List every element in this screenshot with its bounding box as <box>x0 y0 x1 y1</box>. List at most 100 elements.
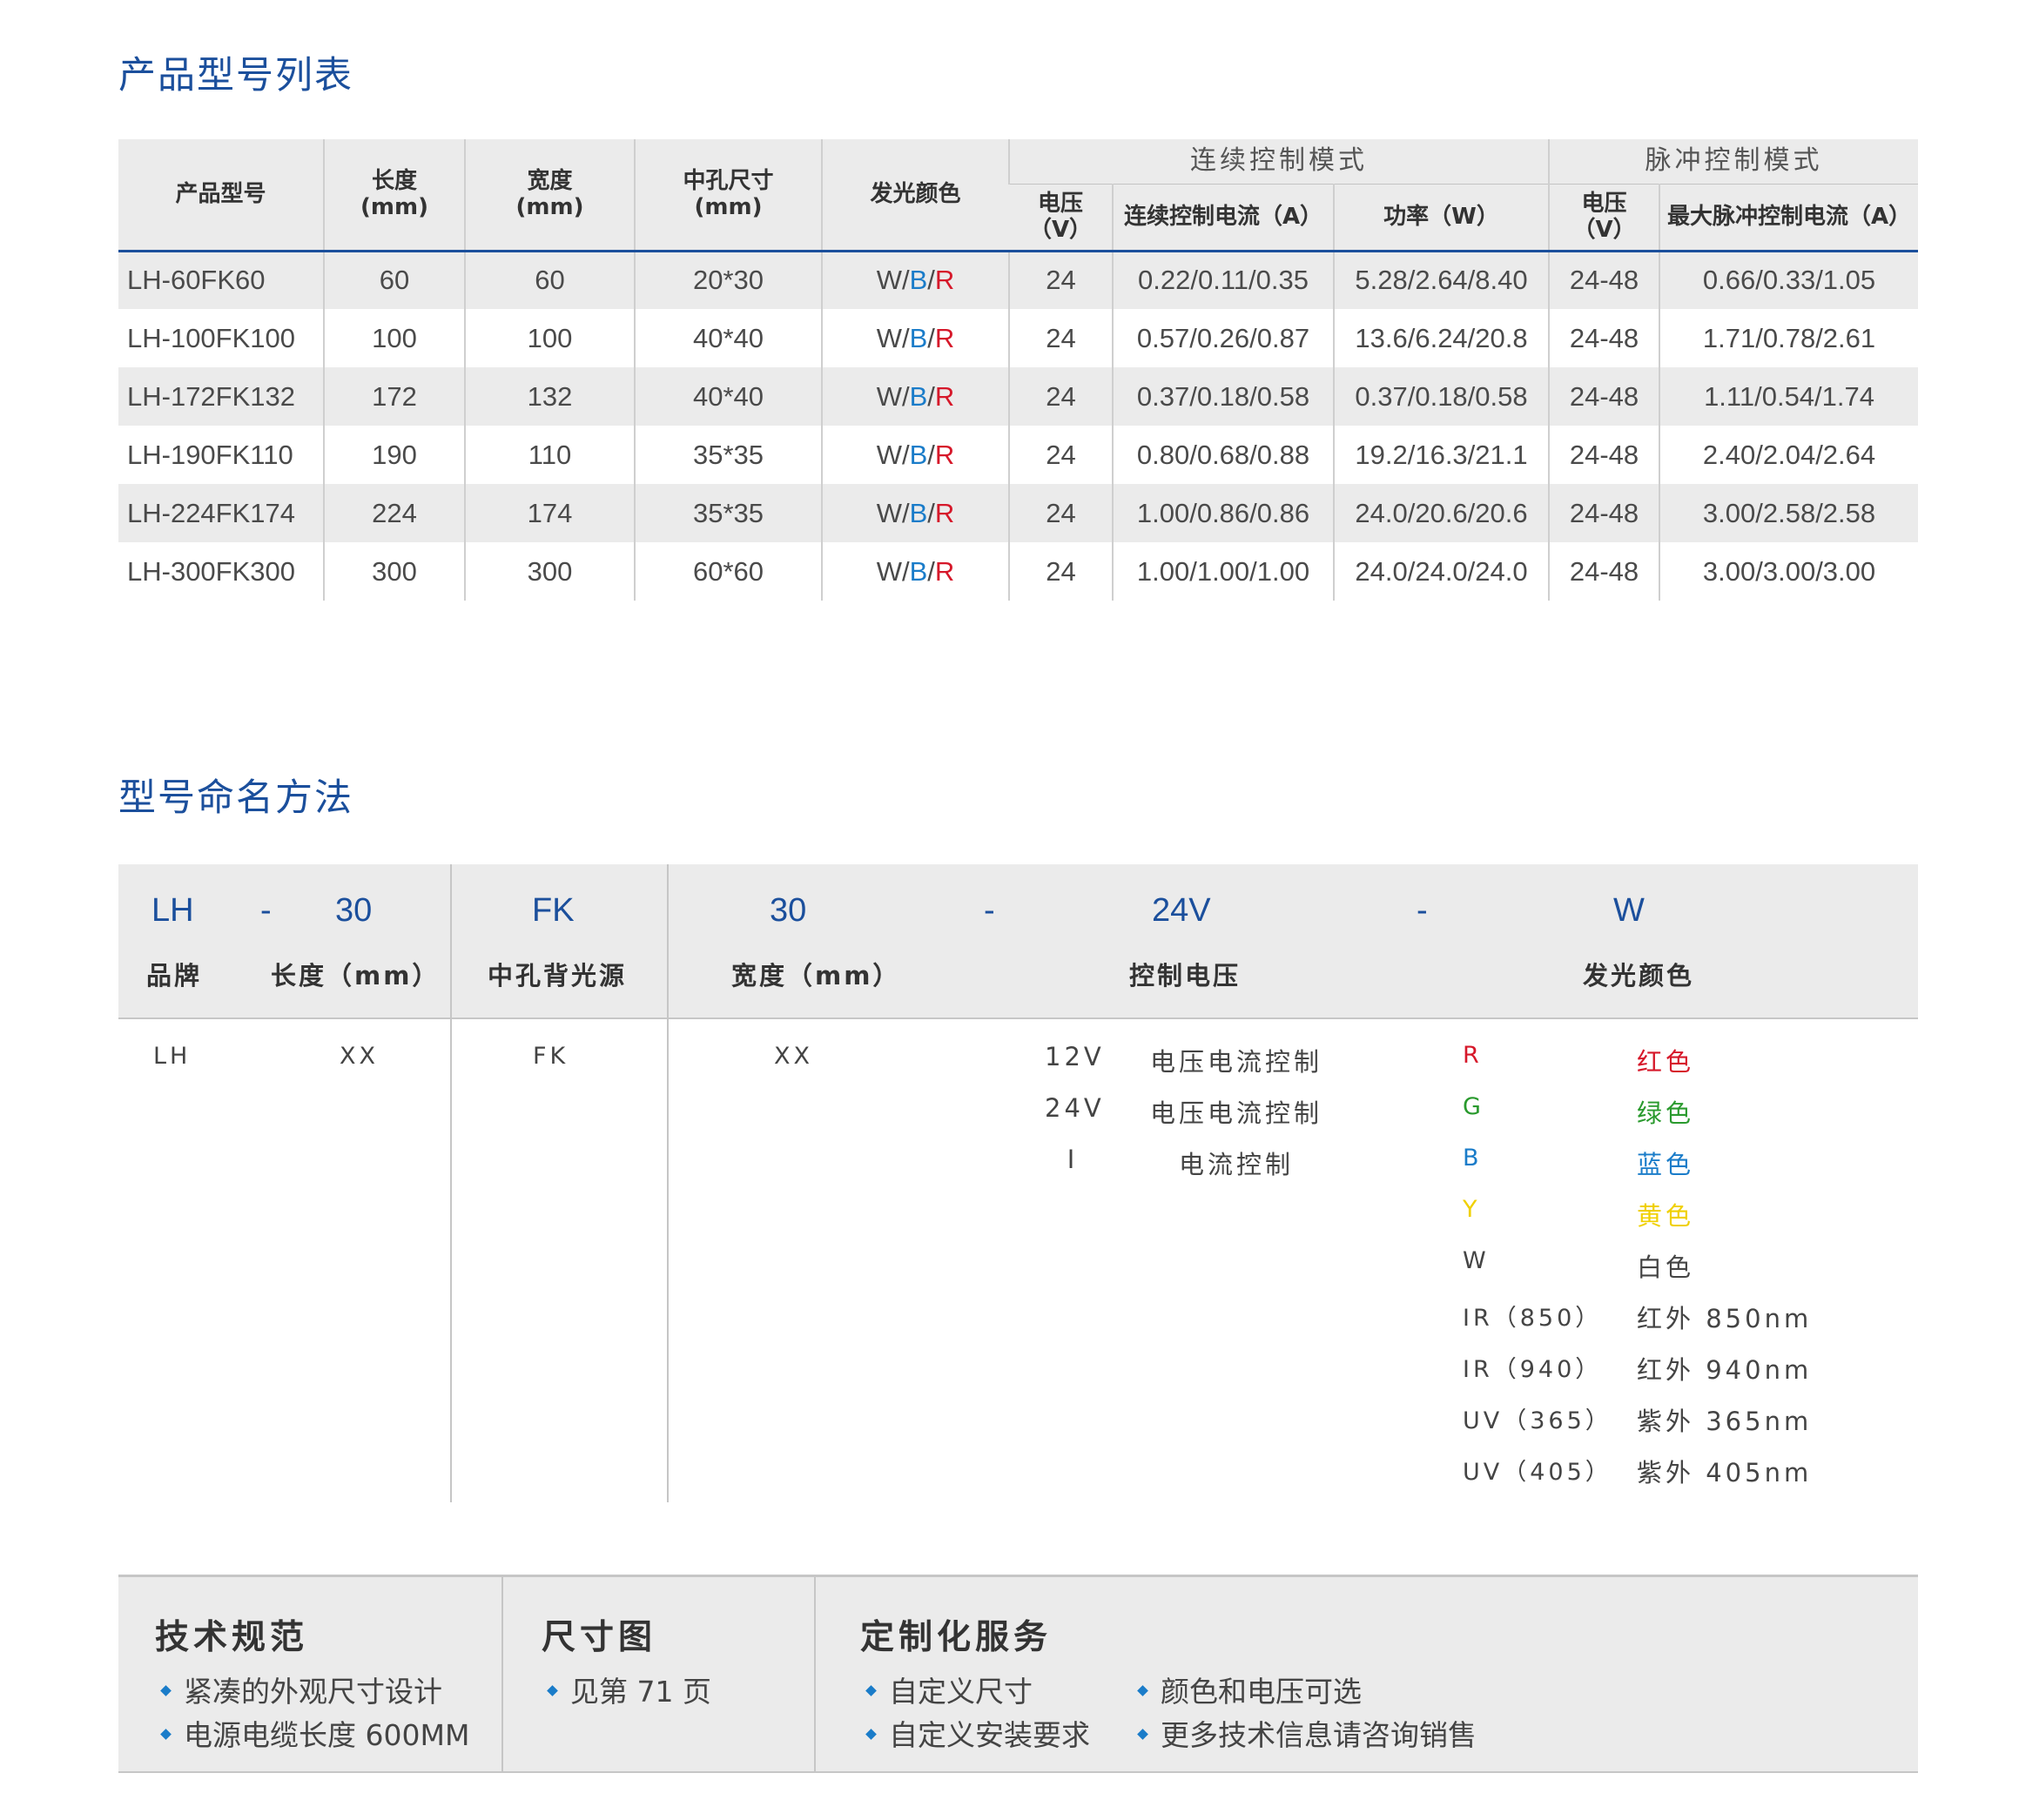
color-option-code: G <box>1463 1093 1484 1120</box>
custom-service-item: 更多技术信息请咨询销售 <box>1137 1712 1477 1754</box>
voltage-option-code: I <box>1067 1145 1079 1174</box>
cell-pulse-current: 2.40/2.04/2.64 <box>1659 426 1919 484</box>
info-divider-2 <box>814 1577 816 1771</box>
color-option-code: B <box>1463 1145 1483 1172</box>
cell-color: W/B/R <box>821 542 1009 601</box>
color-option-desc: 红色 <box>1637 1047 1695 1077</box>
code-dash-2: - <box>984 892 995 929</box>
cell-voltage: 24 <box>1008 484 1113 542</box>
cell-hole-size: 35*35 <box>634 484 822 542</box>
cell-color: W/B/R <box>821 426 1009 484</box>
value-brand: LH <box>153 1043 192 1070</box>
cell-power: 24.0/24.0/24.0 <box>1332 542 1550 601</box>
cell-width: 174 <box>464 484 635 542</box>
label-color: 发光颜色 <box>1583 961 1695 991</box>
bullet-icon <box>160 1685 172 1696</box>
bullet-icon <box>547 1685 558 1696</box>
label-voltage: 控制电压 <box>1129 961 1242 991</box>
value-fk: FK <box>533 1043 569 1070</box>
table-row: LH-172FK132 172 132 40*40 W/B/R 24 0.37/0.18/0… <box>118 367 1919 426</box>
cell-width: 132 <box>464 367 635 426</box>
cell-power: 5.28/2.64/8.40 <box>1332 251 1550 309</box>
cell-power: 0.37/0.18/0.58 <box>1332 367 1550 426</box>
table-row: LH-190FK110 190 110 35*35 W/B/R 24 0.80/0.68/0… <box>118 426 1919 484</box>
cell-pulse-voltage: 24-48 <box>1548 484 1660 542</box>
cell-width: 110 <box>464 426 635 484</box>
cell-pulse-voltage: 24-48 <box>1548 542 1660 601</box>
table-row: LH-300FK300 300 300 60*60 W/B/R 24 1.00/1.00/1… <box>118 542 1919 601</box>
product-table: 产品型号 长度 (mm) 宽度 (mm) 中孔尺寸 (mm) 发光颜色 连续控制模式 … <box>118 139 1919 601</box>
naming-method-title: 型号命名方法 <box>118 776 353 820</box>
cell-power: 13.6/6.24/20.8 <box>1332 309 1550 367</box>
code-dash-3: - <box>1417 892 1428 929</box>
cell-voltage: 24 <box>1008 426 1113 484</box>
code-width: 30 <box>770 892 807 929</box>
cell-length: 190 <box>323 426 465 484</box>
header-color: 发光颜色 <box>821 139 1009 252</box>
cell-voltage: 24 <box>1008 367 1113 426</box>
cell-voltage: 24 <box>1008 309 1113 367</box>
cell-color: W/B/R <box>821 367 1009 426</box>
cell-length: 100 <box>323 309 465 367</box>
bullet-icon <box>1137 1685 1148 1696</box>
cell-power: 24.0/20.6/20.6 <box>1332 484 1550 542</box>
color-option-code: UV（405） <box>1463 1459 1612 1486</box>
cell-pulse-current: 1.11/0.54/1.74 <box>1659 367 1919 426</box>
cell-length: 60 <box>323 251 465 309</box>
naming-divider-2 <box>667 864 669 1502</box>
cell-current: 1.00/0.86/0.86 <box>1112 484 1334 542</box>
header-hole-size: 中孔尺寸 (mm) <box>634 139 822 252</box>
cell-model: LH-300FK300 <box>127 555 296 587</box>
header-pulse-mode: 脉冲控制模式 <box>1548 139 1919 185</box>
cell-color: W/B/R <box>821 484 1009 542</box>
color-option-desc: 紫外 365nm <box>1637 1407 1813 1436</box>
value-length: XX <box>340 1043 379 1070</box>
cell-color: W/B/R <box>821 251 1009 309</box>
color-option-code: UV（365） <box>1463 1407 1612 1434</box>
tech-spec-title: 技术规范 <box>155 1618 309 1657</box>
cell-pulse-current: 3.00/2.58/2.58 <box>1659 484 1919 542</box>
cell-current: 0.80/0.68/0.88 <box>1112 426 1334 484</box>
value-width: XX <box>774 1043 813 1070</box>
color-option-desc: 紫外 405nm <box>1637 1458 1813 1488</box>
header-width: 宽度 (mm) <box>464 139 635 252</box>
label-fk: 中孔背光源 <box>488 961 628 991</box>
cell-pulse-voltage: 24-48 <box>1548 309 1660 367</box>
cell-width: 300 <box>464 542 635 601</box>
header-continuous-mode: 连续控制模式 <box>1007 139 1550 185</box>
table-row: LH-100FK100 100 100 40*40 W/B/R 24 0.57/0.26/0… <box>118 309 1919 367</box>
voltage-option-desc: 电流控制 <box>1178 1150 1294 1179</box>
cell-hole-size: 60*60 <box>634 542 822 601</box>
label-width: 宽度（mm） <box>731 961 901 991</box>
voltage-option-code: 24V <box>1045 1093 1105 1123</box>
voltage-option-code: 12V <box>1045 1042 1105 1071</box>
color-option-desc: 白色 <box>1637 1253 1695 1282</box>
tech-spec-item: 电源电缆长度 600MM <box>160 1712 469 1754</box>
cell-current: 1.00/1.00/1.00 <box>1112 542 1334 601</box>
dimension-item: 见第 71 页 <box>547 1669 711 1710</box>
cell-pulse-voltage: 24-48 <box>1548 367 1660 426</box>
color-option-desc: 绿色 <box>1637 1098 1695 1128</box>
cell-width: 100 <box>464 309 635 367</box>
code-voltage: 24V <box>1152 892 1211 929</box>
cell-hole-size: 40*40 <box>634 309 822 367</box>
header-power: 功率（W） <box>1332 184 1550 252</box>
custom-service-item: 自定义尺寸 <box>865 1669 1033 1710</box>
cell-power: 19.2/16.3/21.1 <box>1332 426 1550 484</box>
dimension-title: 尺寸图 <box>542 1618 657 1657</box>
header-max-pulse-current: 最大脉冲控制电流（A） <box>1659 184 1919 252</box>
code-length: 30 <box>335 892 373 929</box>
header-voltage: 电压 （V） <box>1009 184 1113 252</box>
header-pulse-voltage: 电压 （V） <box>1548 184 1660 252</box>
color-option-desc: 红外 940nm <box>1637 1355 1813 1385</box>
table-row: LH-224FK174 224 174 35*35 W/B/R 24 1.00/0.86/0… <box>118 484 1919 542</box>
label-length: 长度（mm） <box>271 961 441 991</box>
cell-model: LH-224FK174 <box>118 484 324 542</box>
code-fk: FK <box>532 892 575 929</box>
color-option-code: IR（940） <box>1463 1356 1603 1383</box>
code-color: W <box>1613 892 1645 929</box>
cell-pulse-current: 3.00/3.00/3.00 <box>1659 542 1919 601</box>
code-dash-1: - <box>260 892 272 929</box>
cell-current: 0.57/0.26/0.87 <box>1112 309 1334 367</box>
cell-current: 0.22/0.11/0.35 <box>1112 251 1334 309</box>
